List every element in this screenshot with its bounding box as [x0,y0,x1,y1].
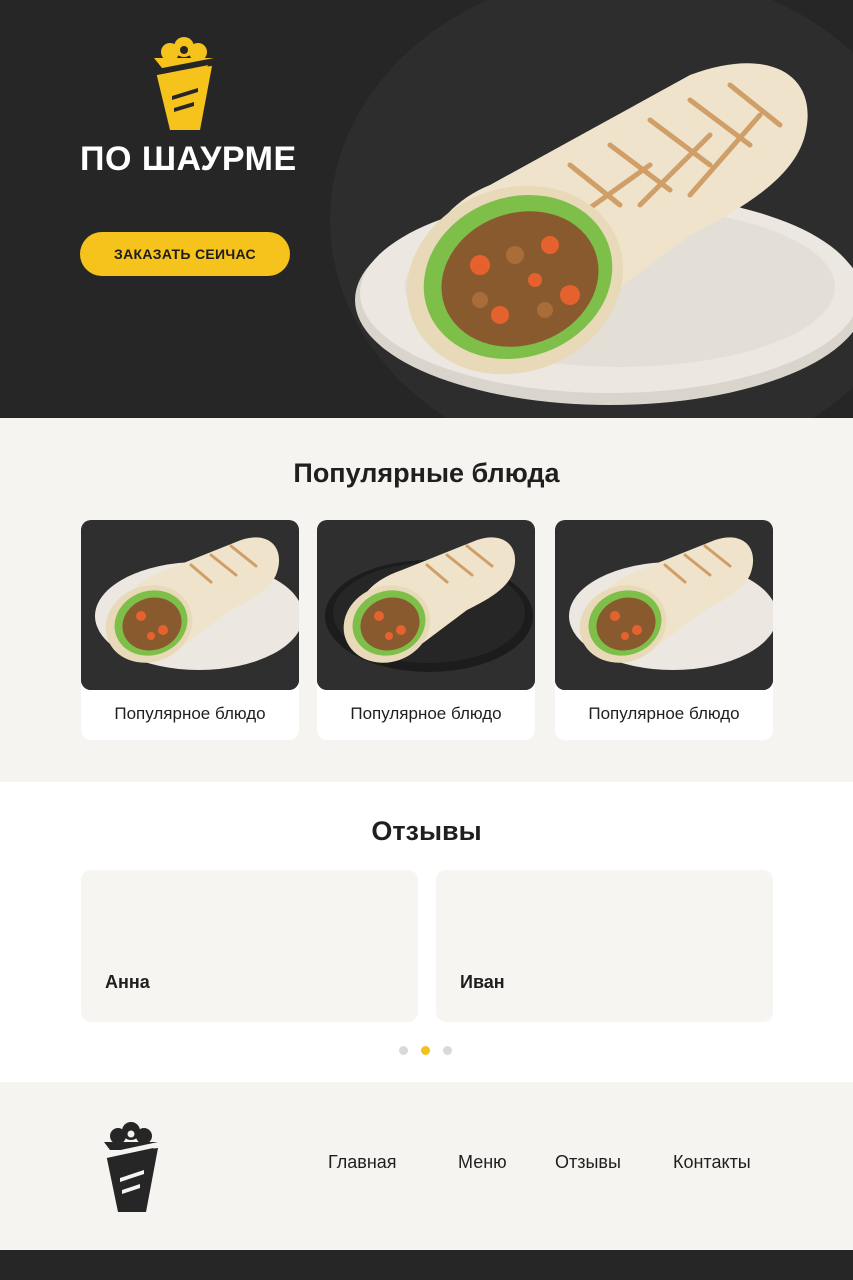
nav-link-reviews[interactable]: Отзывы [555,1152,621,1173]
dish-label: Популярное блюдо [588,704,740,723]
dish-label: Популярное блюдо [114,704,266,723]
reviewer-name: Иван [460,972,505,992]
footer: Главная Меню Отзывы Контакты [0,1082,853,1250]
reviews-section: Отзывы Анна Иван [0,782,853,1082]
reviews-title: Отзывы [371,816,482,846]
shawarma-logo-icon[interactable] [148,36,220,132]
review-card: Анна [81,870,418,1022]
nav-link-menu[interactable]: Меню [458,1152,507,1173]
dish-label: Популярное блюдо [350,704,502,723]
pagination-dot-active[interactable] [421,1046,430,1055]
hero-section: ПО ШАУРМЕ ЗАКАЗАТЬ СЕИЧАС [0,0,853,418]
reviewer-name: Анна [105,972,150,992]
dish-card[interactable]: Популярное блюдо [81,520,299,740]
pagination-dot[interactable] [399,1046,408,1055]
hero-shawarma-image [355,63,853,405]
popular-dishes-section: Популярные блюда Популярное блюдо Популя… [0,418,853,782]
dish-card[interactable]: Популярное блюдо [317,520,535,740]
carousel-pagination [399,1046,452,1055]
dish-image [555,520,773,690]
pagination-dot[interactable] [443,1046,452,1055]
nav-link-contacts[interactable]: Контакты [673,1152,751,1173]
popular-title: Популярные блюда [293,458,560,488]
dish-card[interactable]: Популярное блюдо [555,520,773,740]
dish-image [81,520,299,690]
brand-title: ПО ШАУРМЕ [80,140,297,178]
nav-link-home[interactable]: Главная [328,1152,397,1173]
order-now-button[interactable]: ЗАКАЗАТЬ СЕИЧАС [80,232,290,276]
footer-nav: Главная Меню Отзывы Контакты [0,1152,853,1176]
bottom-bar [0,1250,853,1280]
dish-image [317,520,535,690]
review-card: Иван [436,870,773,1022]
